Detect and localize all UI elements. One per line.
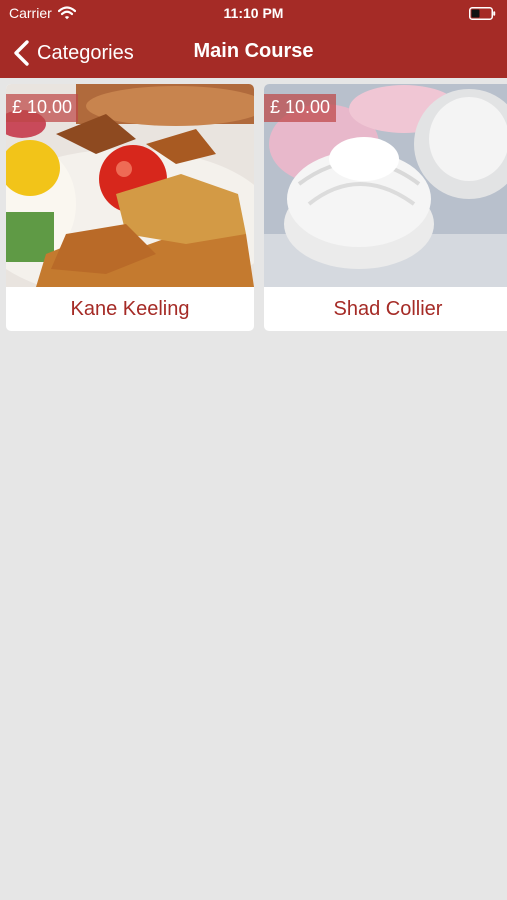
battery-icon xyxy=(469,7,496,20)
status-bar: Carrier 11:10 PM xyxy=(0,0,507,28)
price-badge: £ 10.00 xyxy=(6,94,79,122)
price-badge: £ 10.00 xyxy=(264,94,337,122)
menu-item-card[interactable]: £ 10.00 Shad Collier xyxy=(264,84,507,331)
item-name: Kane Keeling xyxy=(70,298,190,320)
item-name: Shad Collier xyxy=(333,298,443,320)
menu-item-card[interactable]: £ 10.00 Kane Keeling xyxy=(6,84,254,331)
status-time: 11:10 PM xyxy=(223,5,284,21)
header: Carrier 11:10 PM Categories Main Course xyxy=(0,0,507,78)
nav-bar: Categories Main Course xyxy=(0,28,507,78)
page-title: Main Course xyxy=(193,40,314,62)
